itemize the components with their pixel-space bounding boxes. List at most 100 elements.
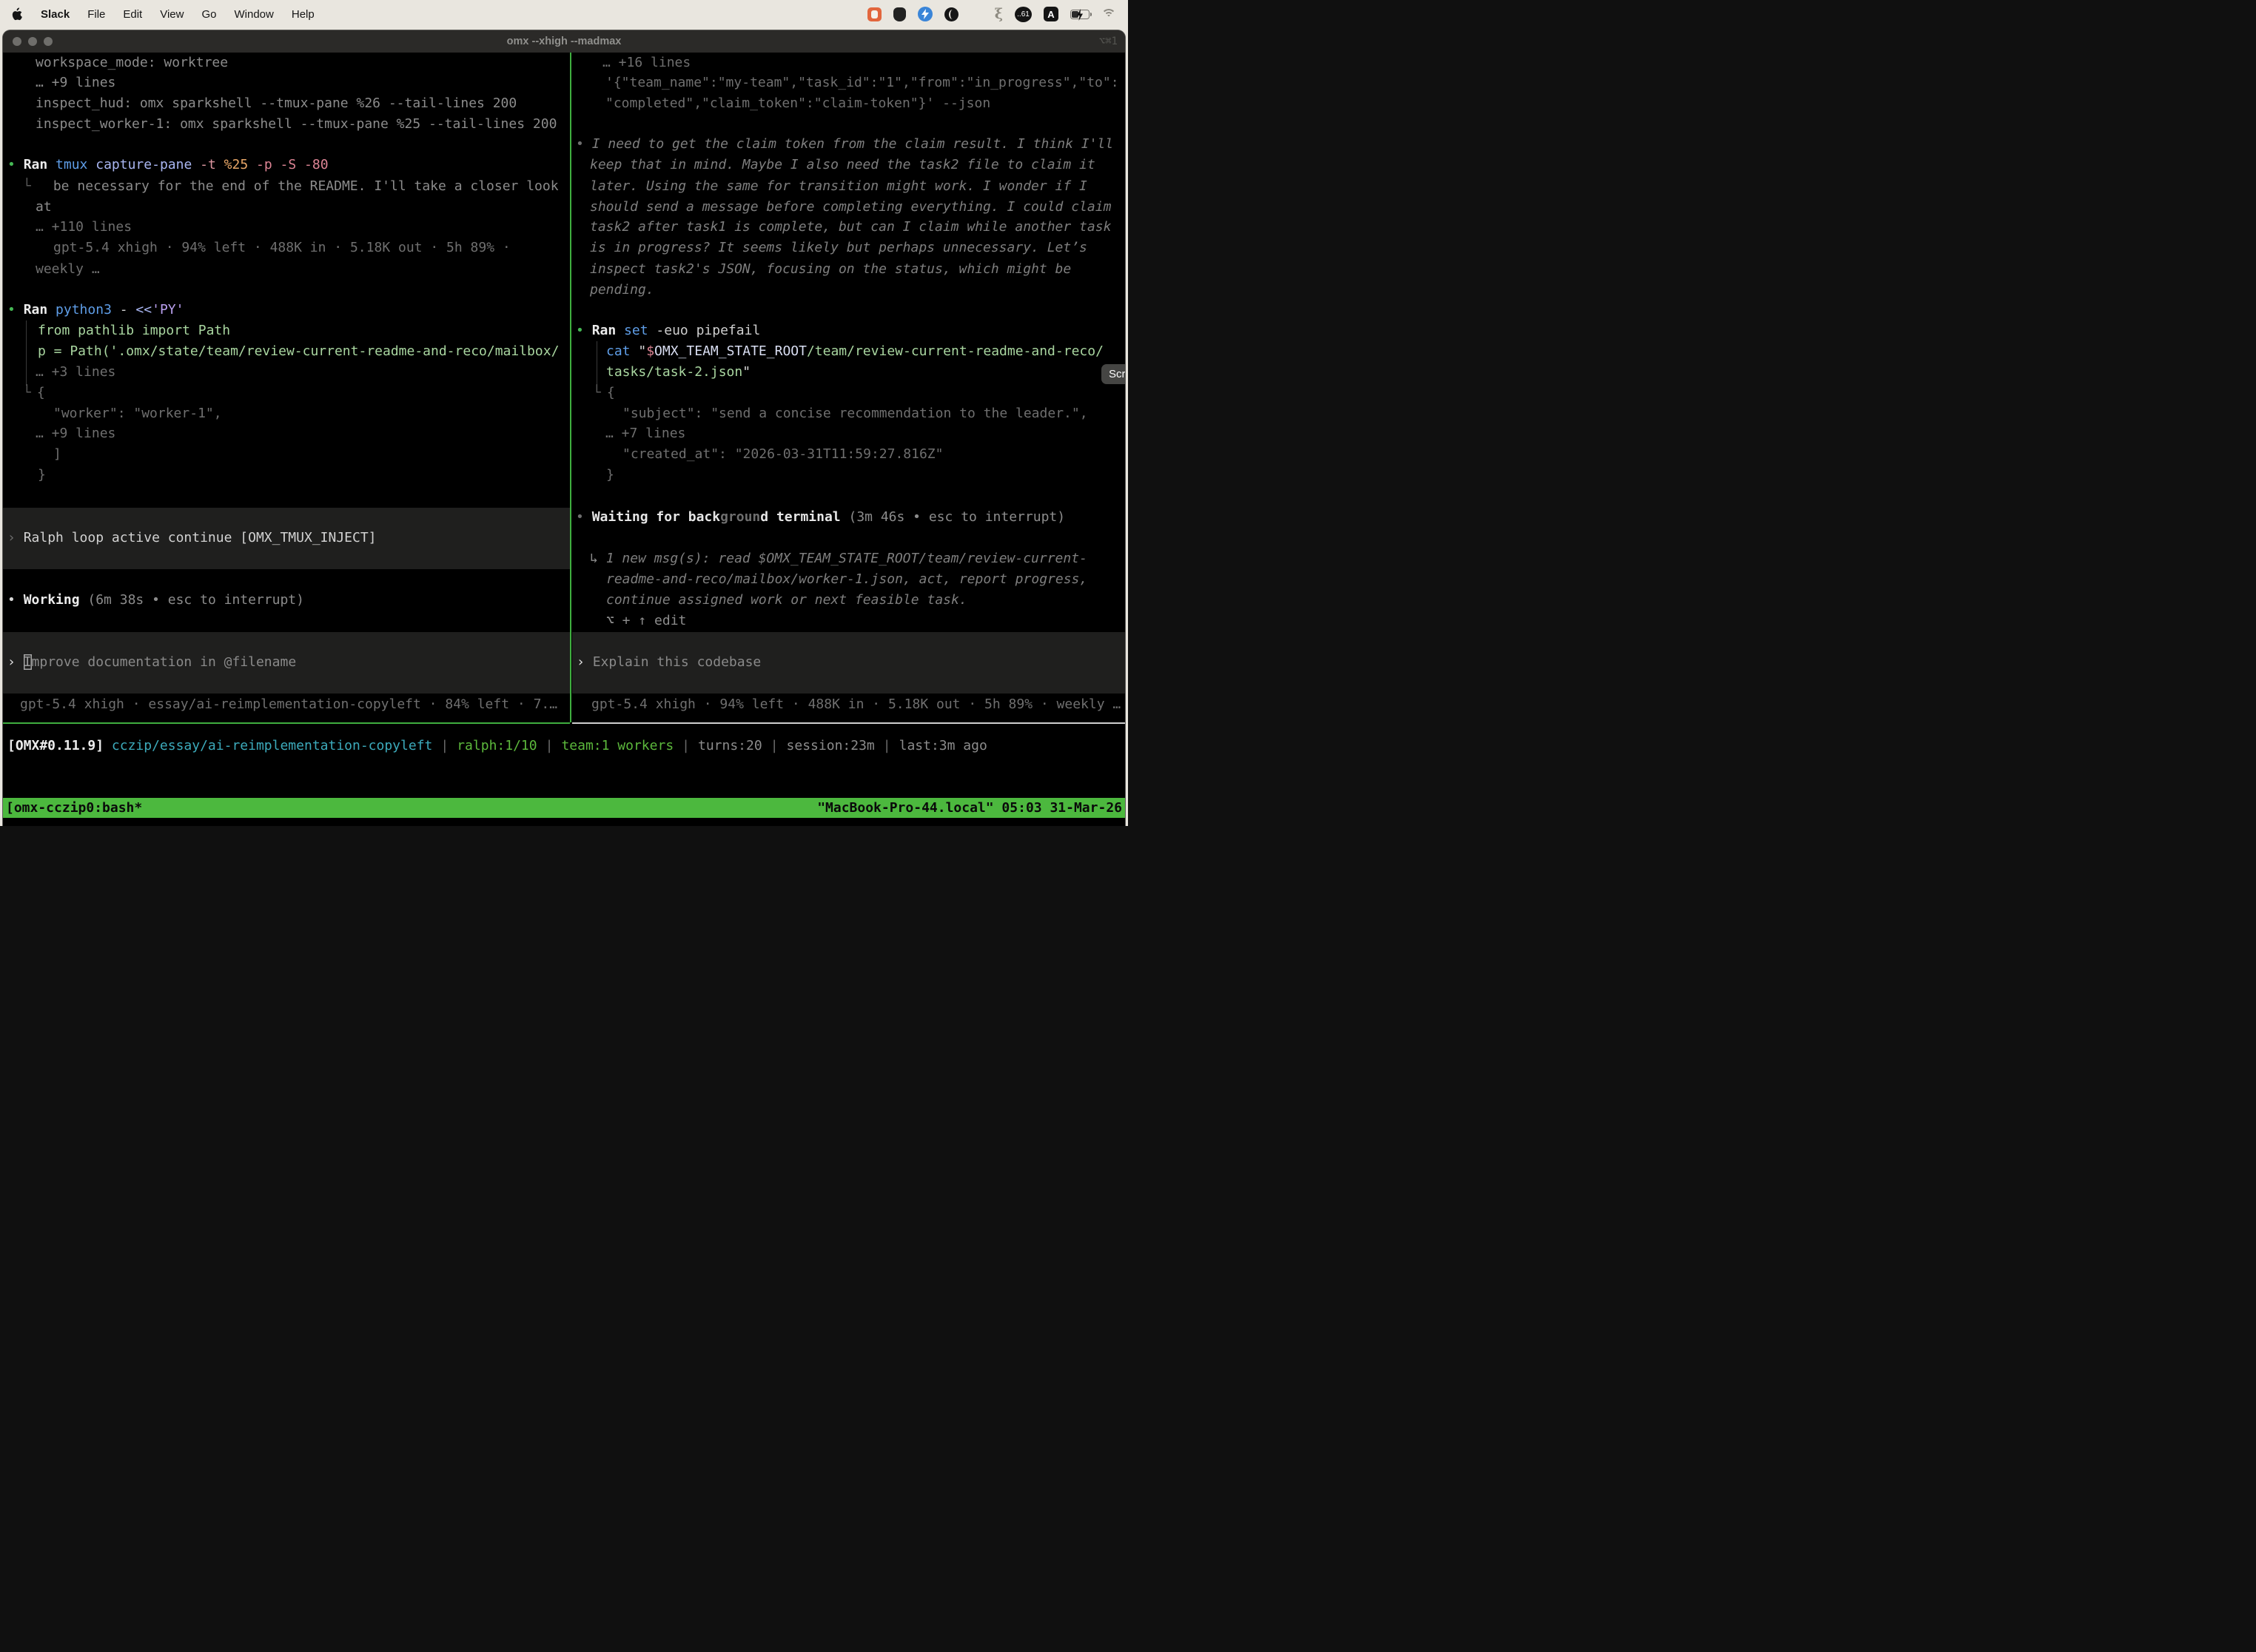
text-cursor: I [24,654,32,670]
terminal-line: '{"team_name":"my-team","task_id":"1","f… [605,73,1119,93]
terminal-line: … +9 lines [36,423,115,444]
omx-version: [OMX#0.11.9] [7,738,104,753]
terminal-window: omx --xhigh --madmax ⌥⌘1 workspace_mode:… [3,30,1125,826]
wifi-icon[interactable] [1101,9,1116,20]
thinking-line: inspect task2's JSON, focusing on the st… [590,259,1071,280]
shield-keypad-icon[interactable] [893,7,906,21]
cat-command-line: cat "$OMX_TEAM_STATE_ROOT/team/review-cu… [606,341,1104,362]
terminal-line: weekly … [36,259,100,280]
terminal-line: └{ [23,383,45,403]
terminal-line: at [36,197,52,218]
terminal-line: workspace_mode: worktree [36,53,228,73]
terminal-line: from pathlib import Path [38,320,230,341]
menu-item-help[interactable]: Help [292,8,315,21]
elbow-icon: └ [23,178,31,194]
thinking-line: should send a message before completing … [590,197,1111,218]
elbow-icon: └ [593,385,601,400]
elbow-icon: └ [23,385,31,400]
arrow-icon: ↳ [590,551,598,566]
tmux-window-name[interactable]: [omx-cczip0:bash* [6,798,142,819]
right-pane-bottom-border [572,722,1125,724]
terminal-line: "subject": "send a concise recommendatio… [622,403,1088,424]
squiggle-icon[interactable]: ξ [995,6,1003,22]
thinking-line: pending. [590,280,654,300]
chat-app-icon[interactable] [867,7,882,21]
left-prompt-text[interactable]: › Improve documentation in @filename [7,652,296,673]
thinking-line: • I need to get the claim token from the… [576,134,1113,155]
close-window-button[interactable] [13,37,21,46]
terminal-line: "completed","claim_token":"claim-token"}… [605,93,990,114]
mailbox-note-line: continue assigned work or next feasible … [606,590,967,611]
chevron-icon: › [7,530,16,545]
terminal-line: } [606,465,614,486]
menu-item-edit[interactable]: Edit [123,8,142,21]
omx-last: last:3m ago [899,738,987,753]
run-bullet-icon: • [576,323,584,338]
edit-hint: ⌥ + ↑ edit [606,611,686,631]
screenshot-toast[interactable]: Scre [1101,364,1125,384]
omx-session: session:23m [787,738,875,753]
run-bullet-icon: • [7,302,16,318]
window-title: omx --xhigh --madmax [507,36,622,47]
terminal-line: └be necessary for the end of the README.… [23,176,559,197]
crescent-icon[interactable] [944,7,959,21]
menu-item-go[interactable]: Go [201,8,216,21]
ran-python-command: • Ran python3 - <<'PY' [7,300,184,320]
zoom-window-button[interactable] [44,37,53,46]
thinking-line: task2 after task1 is complete, but can I… [590,217,1111,238]
mailbox-note-line: readme-and-reco/mailbox/worker-1.json, a… [606,569,1087,590]
left-pane-bottom-border [3,722,570,724]
run-bullet-icon: • [7,157,16,172]
prompt-chevron-icon: › [7,654,16,670]
bolt-speed-icon[interactable] [918,7,933,21]
mailbox-note-line: ↳ 1 new msg(s): read $OMX_TEAM_STATE_ROO… [590,548,1087,569]
right-model-statusline: gpt-5.4 xhigh · 94% left · 488K in · 5.1… [591,694,1121,715]
terminal-line: └{ [593,383,615,403]
working-status: • Working (6m 38s • esc to interrupt) [7,590,304,611]
screen: Slack File Edit View Go Window Help ξ ..… [0,0,1128,826]
tmux-status-bar: [omx-cczip0:bash* "MacBook-Pro-44.local"… [3,798,1125,818]
terminal-line: … +9 lines [36,73,115,93]
window-shortcut-hint: ⌥⌘1 [1099,36,1118,47]
thinking-line: later. Using the same for transition mig… [590,176,1087,197]
terminal-line: … +3 lines [36,362,115,383]
input-source-icon[interactable]: A [1044,7,1058,21]
terminal-line: } [38,465,46,486]
menu-item-file[interactable]: File [87,8,105,21]
terminal-line: p = Path('.omx/state/team/review-current… [38,341,559,362]
pane-divider[interactable] [570,53,571,722]
right-prompt-text[interactable]: › Explain this codebase [577,652,761,673]
waiting-status: • Waiting for background terminal (3m 46… [576,507,1065,528]
cat-command-line: tasks/task-2.json" [606,362,751,383]
terminal-line: … +110 lines [36,217,132,238]
minimize-window-button[interactable] [28,37,37,46]
omx-status-line: [OMX#0.11.9] cczip/essay/ai-reimplementa… [7,736,987,756]
window-titlebar[interactable]: omx --xhigh --madmax ⌥⌘1 [3,30,1125,53]
terminal-content: workspace_mode: worktree … +9 lines insp… [3,53,1125,826]
apple-icon[interactable] [12,7,23,21]
battery-icon[interactable] [1070,10,1090,19]
thinking-line: keep that in mind. Maybe I also need the… [590,155,1095,175]
menu-app-name[interactable]: Slack [41,8,70,21]
terminal-line: ] [53,444,61,465]
terminal-line: gpt-5.4 xhigh · 94% left · 488K in · 5.1… [53,238,511,258]
omx-turns: turns:20 [698,738,762,753]
terminal-line: … +7 lines [605,423,685,444]
omx-team: team:1 workers [561,738,674,753]
traffic-lights [13,37,53,46]
bullet-icon: • [576,136,584,152]
menu-item-window[interactable]: Window [235,8,274,21]
terminal-line: "worker": "worker-1", [53,403,222,424]
menu-bar: Slack File Edit View Go Window Help ξ ..… [0,0,1128,28]
thinking-line: is in progress? It seems likely but perh… [590,238,1087,258]
left-model-statusline: gpt-5.4 xhigh · essay/ai-reimplementatio… [20,694,557,715]
terminal-line: "created_at": "2026-03-31T11:59:27.816Z" [622,444,943,465]
prompt-chevron-icon: › [577,654,585,670]
menu-item-view[interactable]: View [160,8,184,21]
terminal-line: inspect_worker-1: omx sparkshell --tmux-… [36,114,557,135]
terminal-line: inspect_hud: omx sparkshell --tmux-pane … [36,93,517,114]
app-grid-icon[interactable] [970,8,983,21]
tmux-host-clock: "MacBook-Pro-44.local" 05:03 31-Mar-26 [817,798,1122,819]
bullet-icon: • [7,592,16,608]
count-badge-icon[interactable]: ..61 [1015,7,1032,22]
